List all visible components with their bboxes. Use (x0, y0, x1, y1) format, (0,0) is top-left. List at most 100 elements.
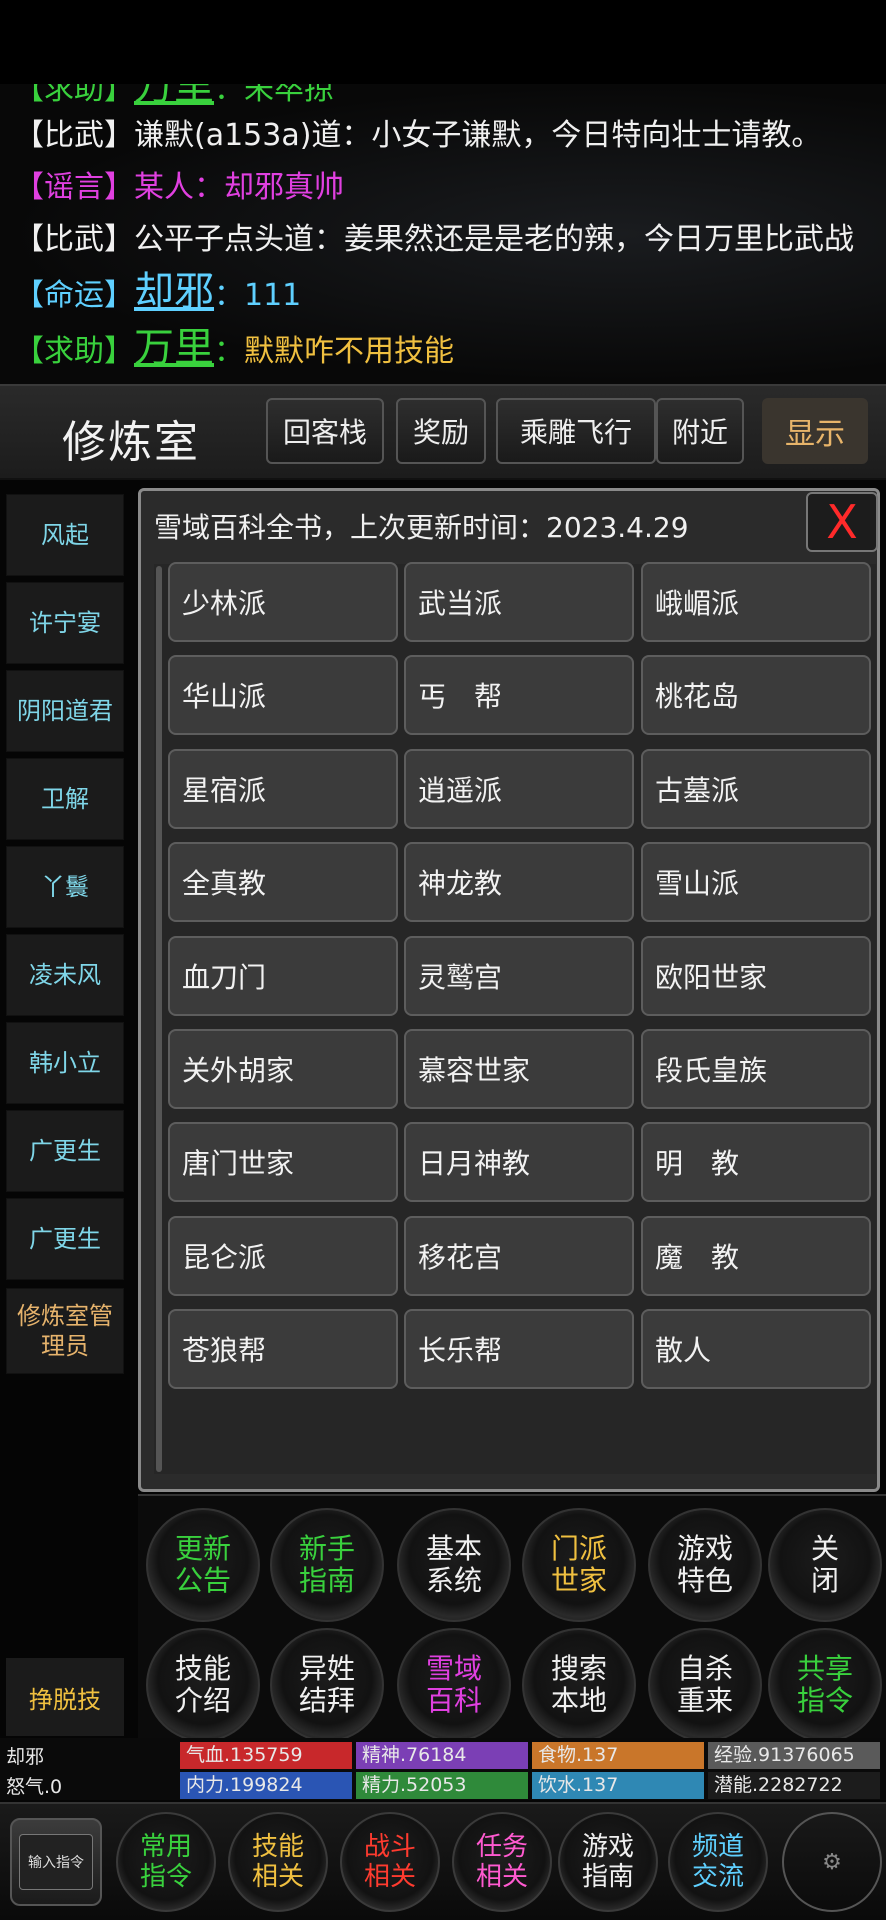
stat-bar: 内力.199824 (180, 1772, 352, 1799)
sect-cell[interactable]: 移花宫 (404, 1216, 634, 1296)
stat-bar: 精神.76184 (356, 1742, 528, 1769)
nav-label-line1: 任务 (475, 1832, 528, 1862)
nav-button[interactable]: 技能 相关 (228, 1812, 328, 1912)
nav-button[interactable]: 常用 指令 (116, 1812, 216, 1912)
sidebar-item-weijie[interactable]: 卫解 (6, 758, 124, 840)
menu-button[interactable]: 基本 系统 (397, 1508, 511, 1622)
sidebar-item-xuningyan[interactable]: 许宁宴 (6, 582, 124, 664)
nav-button-label: 任务 相关 (476, 1832, 528, 1892)
sidebar-item-room-admin[interactable]: 修炼室管理员 (6, 1288, 124, 1374)
nav-button[interactable]: 任务 相关 (452, 1812, 552, 1912)
input-command-button[interactable]: 输入指令 (10, 1818, 102, 1906)
sect-cell[interactable]: 明 教 (641, 1122, 871, 1202)
chat-line: 【求助】万里：默默咋不用技能 (14, 328, 454, 372)
sect-cell[interactable]: 欧阳世家 (641, 936, 871, 1016)
sect-cell[interactable]: 血刀门 (168, 936, 398, 1016)
sect-cell[interactable]: 散人 (641, 1309, 871, 1389)
sect-cell[interactable]: 苍狼帮 (168, 1309, 398, 1389)
chat-name[interactable]: 万里 (134, 325, 214, 371)
sect-cell[interactable]: 唐门世家 (168, 1122, 398, 1202)
menu-button[interactable]: 技能 介绍 (146, 1628, 260, 1742)
sidebar-item-yinyang[interactable]: 阴阳道君 (6, 670, 124, 752)
menu-button-label: 新手 指南 (299, 1533, 355, 1597)
chat-tag: 【谣言】 (14, 170, 134, 205)
chat-tag: 【求助】 (14, 334, 134, 369)
menu-label-line1: 更新 (174, 1532, 231, 1565)
chat-line: 【求助】万里：未卒掠 (14, 84, 334, 110)
sect-cell[interactable]: 关外胡家 (168, 1029, 398, 1109)
menu-button[interactable]: 异姓 结拜 (270, 1628, 384, 1742)
chat-text: 默默咋不用技能 (244, 334, 454, 369)
sect-cell[interactable]: 全真教 (168, 842, 398, 922)
menu-label-line1: 自杀 (676, 1652, 733, 1685)
escape-skill-button[interactable]: 挣脱技 (6, 1658, 124, 1736)
chat-name[interactable]: 某人 (134, 170, 194, 205)
chat-tag: 【比武】 (14, 118, 134, 153)
sect-cell[interactable]: 武当派 (404, 562, 634, 642)
sect-cell[interactable]: 魔 教 (641, 1216, 871, 1296)
nav-label-line2: 指令 (139, 1862, 192, 1892)
menu-button-label: 更新 公告 (175, 1533, 231, 1597)
nearby-button[interactable]: 附近 (656, 398, 744, 464)
menu-label-line2: 闭 (810, 1564, 839, 1597)
sect-cell[interactable]: 神龙教 (404, 842, 634, 922)
sect-cell[interactable]: 峨嵋派 (641, 562, 871, 642)
nav-button[interactable]: 战斗 相关 (340, 1812, 440, 1912)
menu-button[interactable]: 自杀 重来 (648, 1628, 762, 1742)
chat-name[interactable]: 却邪 (134, 269, 214, 315)
sect-cell[interactable]: 桃花岛 (641, 655, 871, 735)
chat-name[interactable]: 万里 (134, 84, 214, 109)
chat-line: 【谣言】某人：却邪真帅 (14, 168, 344, 208)
menu-button[interactable]: 更新 公告 (146, 1508, 260, 1622)
menu-label-line2: 重来 (676, 1684, 733, 1717)
sidebar-item-guanggengsheng-2[interactable]: 广更生 (6, 1198, 124, 1280)
chat-line: 【比武】谦默(a153a)道：小女子谦默，今日特向壮士请教。 (14, 116, 821, 156)
sidebar-item-guanggengsheng[interactable]: 广更生 (6, 1110, 124, 1192)
sect-cell[interactable]: 古墓派 (641, 749, 871, 829)
sect-cell[interactable]: 段氏皇族 (641, 1029, 871, 1109)
menu-label-line2: 系统 (425, 1564, 482, 1597)
menu-label-line2: 结拜 (298, 1684, 355, 1717)
sect-cell[interactable]: 华山派 (168, 655, 398, 735)
sidebar-item-hanxiaoli[interactable]: 韩小立 (6, 1022, 124, 1104)
display-button[interactable]: 显示 (762, 398, 868, 464)
nav-button[interactable]: 游戏 指南 (558, 1812, 658, 1912)
menu-button[interactable]: 游戏 特色 (648, 1508, 762, 1622)
reward-button[interactable]: 奖励 (396, 398, 486, 464)
sidebar-item-yahuan[interactable]: 丫鬟 (6, 846, 124, 928)
sect-cell[interactable]: 少林派 (168, 562, 398, 642)
chat-sep: ： (214, 334, 244, 369)
sect-cell[interactable]: 慕容世家 (404, 1029, 634, 1109)
menu-button-label: 门派 世家 (551, 1533, 607, 1597)
anger-value: 怒气.0 (6, 1776, 63, 1798)
sect-cell[interactable]: 丐 帮 (404, 655, 634, 735)
nav-button[interactable]: 频道 交流 (668, 1812, 768, 1912)
menu-button[interactable]: 新手 指南 (270, 1508, 384, 1622)
sect-cell[interactable]: 昆仑派 (168, 1216, 398, 1296)
eagle-flight-button[interactable]: 乘雕飞行 (496, 398, 656, 464)
menu-button[interactable]: 搜索 本地 (522, 1628, 636, 1742)
return-inn-button[interactable]: 回客栈 (266, 398, 384, 464)
menu-button-label: 技能 介绍 (175, 1653, 231, 1717)
menu-button[interactable]: 门派 世家 (522, 1508, 636, 1622)
sect-cell[interactable]: 灵鹫宫 (404, 936, 634, 1016)
nav-label-line1: 游戏 (581, 1832, 634, 1862)
menu-button[interactable]: 雪域 百科 (397, 1628, 511, 1742)
sidebar-item-lingweifeng[interactable]: 凌未风 (6, 934, 124, 1016)
sect-cell[interactable]: 雪山派 (641, 842, 871, 922)
chat-sep: ： (214, 84, 244, 107)
close-button[interactable]: X (806, 492, 878, 552)
chat-log[interactable]: 【求助】万里：未卒掠 【比武】谦默(a153a)道：小女子谦默，今日特向壮士请教… (0, 84, 886, 384)
sect-cell[interactable]: 星宿派 (168, 749, 398, 829)
scrollbar[interactable] (156, 566, 162, 1472)
menu-label-line2: 本地 (550, 1684, 607, 1717)
sect-cell[interactable]: 长乐帮 (404, 1309, 634, 1389)
stat-bar: 潜能.2282722 (708, 1772, 880, 1799)
stat-bar: 经验.91376065 (708, 1742, 880, 1769)
sect-cell[interactable]: 逍遥派 (404, 749, 634, 829)
sect-cell[interactable]: 日月神教 (404, 1122, 634, 1202)
menu-button[interactable]: 关闭 (768, 1508, 882, 1622)
chat-text: 111 (244, 278, 302, 313)
menu-button[interactable]: 共享 指令 (768, 1628, 882, 1742)
sidebar-item-fengqi[interactable]: 风起 (6, 494, 124, 576)
